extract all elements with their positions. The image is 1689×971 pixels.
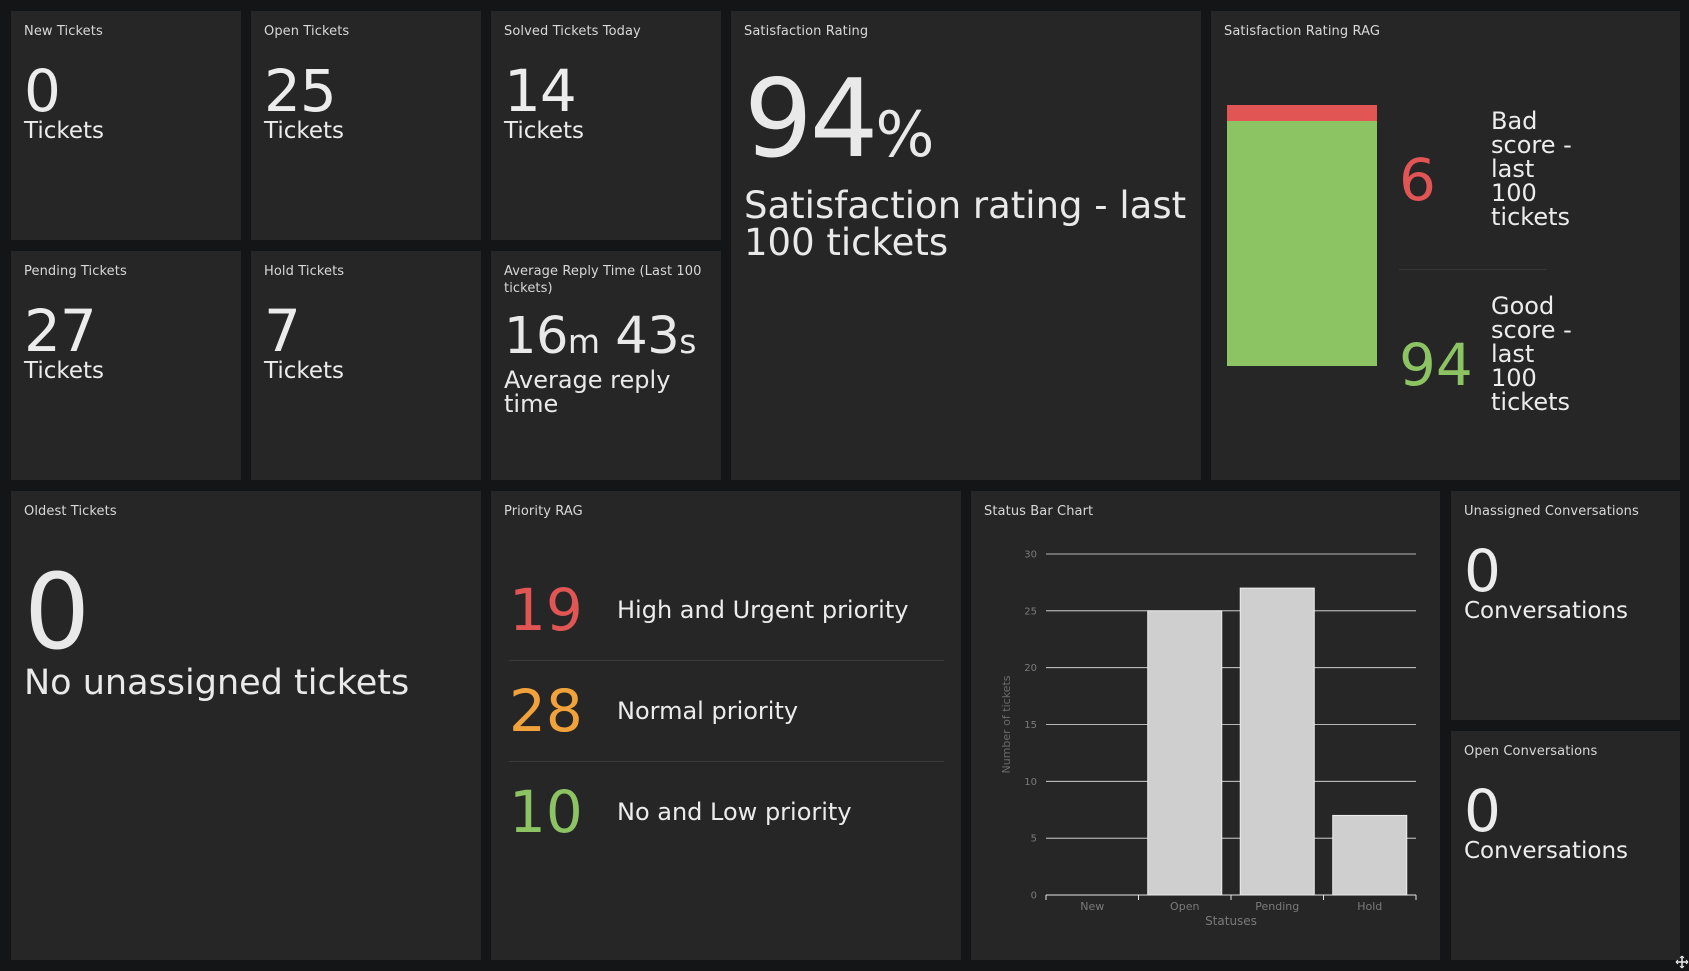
open-tickets-tile[interactable]: Open Tickets 25 Tickets	[251, 11, 481, 240]
y-tick-label: 30	[1024, 550, 1037, 561]
priority-row-low: 10 No and Low priority	[509, 761, 944, 862]
conversation-count: 0	[1464, 537, 1501, 605]
seconds-unit: s	[679, 322, 696, 361]
ticket-count: 27	[24, 297, 97, 365]
oldest-value: 0	[24, 551, 91, 673]
tile-title: Priority RAG	[504, 504, 583, 519]
ticket-unit: Tickets	[24, 118, 105, 144]
pending-tickets-tile[interactable]: Pending Tickets 27 Tickets	[11, 251, 241, 480]
reply-seconds: 43	[615, 307, 680, 366]
ticket-unit: Tickets	[264, 118, 345, 144]
status-bar-chart-tile[interactable]: Status Bar Chart 0 5 10 15 20 25 30 New Open Pend…	[971, 491, 1440, 960]
status-bar-chart: 0 5 10 15 20 25 30 New Open Pending Hold Statuses Nu…	[1000, 550, 1417, 928]
reply-minutes: 16	[504, 307, 568, 366]
tile-title: Hold Tickets	[264, 264, 345, 279]
priority-label: High and Urgent priority	[617, 596, 909, 624]
unassigned-conversations-tile[interactable]: Unassigned Conversations 0 Conversations	[1451, 491, 1680, 720]
y-tick-label: 10	[1024, 777, 1037, 788]
oldest-tickets-tile[interactable]: Oldest Tickets 0 No unassigned tickets	[11, 491, 481, 960]
ticket-count: 7	[264, 297, 301, 365]
y-tick-label: 0	[1031, 891, 1037, 902]
bad-score-row: 6 Bad score - last 100 tickets	[1399, 109, 1572, 259]
ticket-unit: Tickets	[264, 358, 345, 384]
priority-count: 10	[509, 778, 583, 846]
ticket-count: 25	[264, 57, 337, 125]
reply-time-value: 16m 43s	[504, 311, 708, 368]
satisfaction-description: Satisfaction rating - last 100 tickets	[744, 184, 1187, 264]
new-tickets-tile[interactable]: New Tickets 0 Tickets	[11, 11, 241, 240]
satisfaction-rag-bar	[1227, 105, 1377, 366]
ticket-unit: Tickets	[504, 118, 585, 144]
x-tick-label: New	[1080, 900, 1104, 913]
ticket-count: 14	[504, 57, 577, 125]
bar-hold	[1332, 814, 1408, 896]
priority-label: No and Low priority	[617, 798, 852, 826]
tile-title: Status Bar Chart	[984, 504, 1094, 519]
open-conversations-tile[interactable]: Open Conversations 0 Conversations	[1451, 731, 1680, 960]
percent-sign: %	[875, 98, 935, 171]
x-tick-label: Pending	[1255, 900, 1299, 913]
tile-title: Pending Tickets	[24, 264, 127, 279]
solved-today-tile[interactable]: Solved Tickets Today 14 Tickets	[491, 11, 721, 240]
reply-time-description: Average reply time	[504, 366, 671, 418]
x-axis-title: Statuses	[1205, 914, 1257, 928]
bad-score-value: 6	[1399, 146, 1436, 214]
tile-title: New Tickets	[24, 24, 103, 39]
minutes-unit: m	[567, 322, 600, 361]
resize-handle-icon[interactable]	[1675, 955, 1689, 969]
y-tick-label: 15	[1024, 720, 1037, 731]
satisfaction-value: 94%	[744, 66, 1188, 187]
rag-divider	[1399, 269, 1547, 270]
priority-count: 19	[509, 576, 583, 644]
bar-pending	[1239, 587, 1315, 896]
bad-score-segment	[1227, 105, 1377, 121]
oldest-description: No unassigned tickets	[24, 663, 410, 703]
satisfaction-rating-tile[interactable]: Satisfaction Rating 94% Satisfaction rat…	[731, 11, 1201, 480]
bad-score-label: Bad score - last 100 tickets	[1491, 107, 1572, 231]
good-score-label: Good score - last 100 tickets	[1491, 292, 1572, 416]
conversation-unit: Conversations	[1464, 598, 1629, 624]
good-score-row: 94 Good score - last 100 tickets	[1399, 294, 1572, 444]
tile-title: Average Reply Time (Last 100 tickets)	[504, 264, 702, 296]
y-tick-label: 5	[1031, 834, 1037, 845]
tile-title: Open Conversations	[1464, 744, 1598, 759]
tile-title: Satisfaction Rating	[744, 24, 869, 39]
priority-label: Normal priority	[617, 697, 799, 725]
tile-title: Oldest Tickets	[24, 504, 117, 519]
priority-row-high: 19 High and Urgent priority	[509, 559, 944, 661]
ticket-unit: Tickets	[24, 358, 105, 384]
x-tick-label: Hold	[1357, 900, 1382, 913]
satisfaction-number: 94	[744, 57, 878, 182]
satisfaction-rag-tile[interactable]: Satisfaction Rating RAG 6 Bad score - la…	[1211, 11, 1680, 480]
priority-rag-tile[interactable]: Priority RAG 19 High and Urgent priority…	[491, 491, 961, 960]
average-reply-time-tile[interactable]: Average Reply Time (Last 100 tickets) 16…	[491, 251, 721, 480]
priority-row-normal: 28 Normal priority	[509, 660, 944, 762]
hold-tickets-tile[interactable]: Hold Tickets 7 Tickets	[251, 251, 481, 480]
tile-title: Unassigned Conversations	[1464, 504, 1639, 519]
tile-title: Satisfaction Rating RAG	[1224, 24, 1381, 39]
bar-open	[1147, 610, 1223, 896]
conversation-count: 0	[1464, 777, 1501, 845]
good-score-value: 94	[1399, 331, 1473, 399]
x-tick-label: Open	[1170, 900, 1199, 913]
tile-title: Open Tickets	[264, 24, 350, 39]
priority-count: 28	[509, 677, 583, 745]
conversation-unit: Conversations	[1464, 838, 1629, 864]
y-axis-title: Number of tickets	[1000, 675, 1013, 773]
tile-title: Solved Tickets Today	[504, 24, 641, 39]
y-tick-label: 20	[1024, 663, 1037, 674]
y-tick-label: 25	[1024, 606, 1037, 617]
ticket-count: 0	[24, 57, 61, 125]
